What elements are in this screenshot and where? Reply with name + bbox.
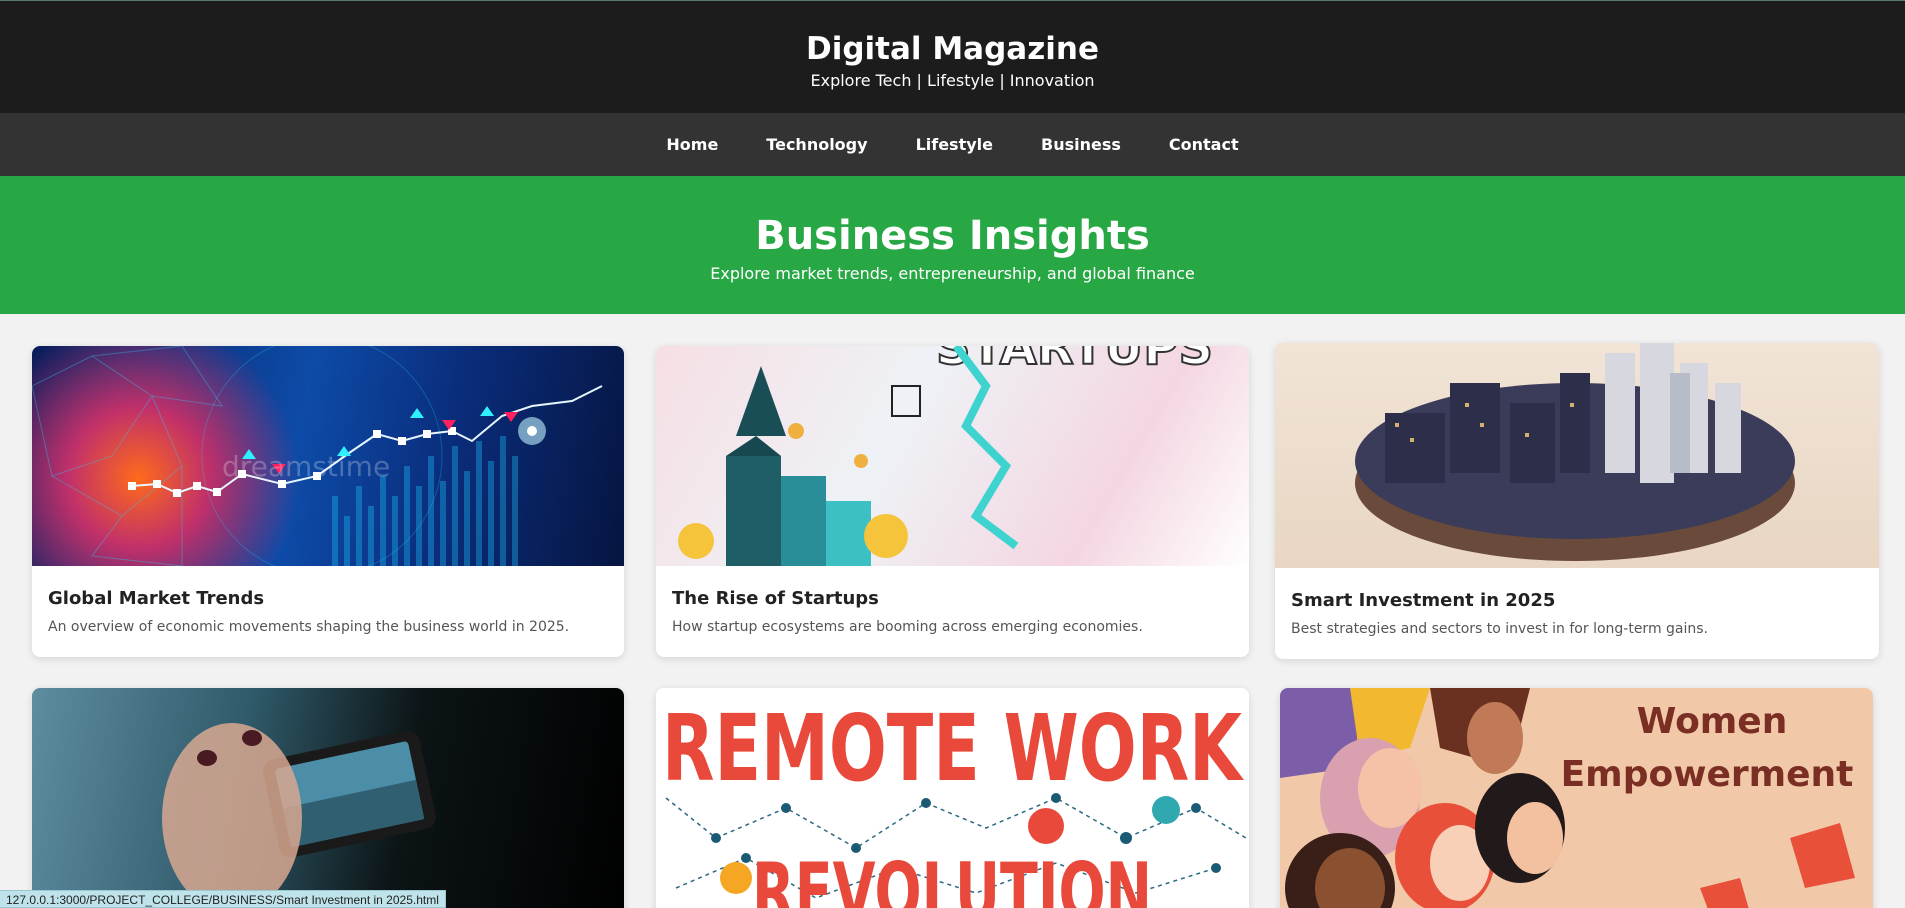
market-chart-illustration: dreamstime [32, 346, 603, 566]
startup-stairs-illustration: STARTUPS [678, 346, 1214, 566]
smart-investment-image [1275, 343, 1879, 568]
card-title: Smart Investment in 2025 [1291, 590, 1556, 611]
global-market-image: dreamstime [32, 346, 624, 566]
article-card-mobile[interactable] [32, 688, 624, 908]
watermark-text: dreamstime [222, 450, 390, 483]
site-tagline: Explore Tech | Lifestyle | Innovation [810, 71, 1095, 90]
nav-lifestyle[interactable]: Lifestyle [892, 135, 1017, 154]
nav-technology[interactable]: Technology [742, 135, 891, 154]
card-title: Global Market Trends [48, 588, 265, 609]
remote-work-line1: REMOTE WORK [662, 695, 1245, 802]
site-title: Digital Magazine [806, 31, 1099, 67]
women-title-line1: Women [1637, 701, 1788, 742]
article-card-women-empowerment[interactable]: Women Empowerment [1280, 688, 1873, 908]
article-card-startups[interactable]: STARTUPS The Rise of Startups How startu… [656, 346, 1249, 657]
status-bar-url: 127.0.0.1:3000/PROJECT_COLLEGE/BUSINESS/… [0, 890, 446, 908]
hero-subtitle: Explore market trends, entrepreneurship,… [710, 264, 1195, 283]
card-title: The Rise of Startups [672, 588, 879, 609]
site-header: Digital Magazine Explore Tech | Lifestyl… [0, 0, 1905, 113]
women-empowerment-illustration: Women Empowerment [1280, 688, 1855, 908]
card-description: An overview of economic movements shapin… [48, 619, 570, 635]
article-card-global-market[interactable]: dreamstime Global Market Trends An overv… [32, 346, 624, 657]
nav-business[interactable]: Business [1017, 135, 1145, 154]
main-nav: Home Technology Lifestyle Business Conta… [0, 113, 1905, 176]
hero-banner: Business Insights Explore market trends,… [0, 176, 1905, 314]
article-card-smart-investment[interactable]: Smart Investment in 2025 Best strategies… [1275, 343, 1879, 659]
women-empowerment-image: Women Empowerment [1280, 688, 1873, 908]
remote-work-line2: REVOLUTION [752, 846, 1152, 908]
card-description: How startup ecosystems are booming acros… [672, 619, 1143, 635]
card-description: Best strategies and sectors to invest in… [1291, 621, 1709, 637]
startups-image: STARTUPS [656, 346, 1249, 566]
remote-work-image: REMOTE WORK REVOLUTION [656, 688, 1249, 908]
nav-home[interactable]: Home [642, 135, 742, 154]
women-title-line2: Empowerment [1561, 754, 1854, 795]
article-grid: dreamstime Global Market Trends An overv… [0, 314, 1905, 908]
nav-contact[interactable]: Contact [1145, 135, 1263, 154]
hand-phone-illustration [162, 723, 436, 908]
hero-title: Business Insights [755, 213, 1150, 259]
phone-photo-image [32, 688, 624, 908]
article-card-remote-work[interactable]: REMOTE WORK REVOLUTION [656, 688, 1249, 908]
city-island-illustration [1355, 343, 1795, 561]
remote-work-illustration: REMOTE WORK REVOLUTION [662, 695, 1247, 908]
